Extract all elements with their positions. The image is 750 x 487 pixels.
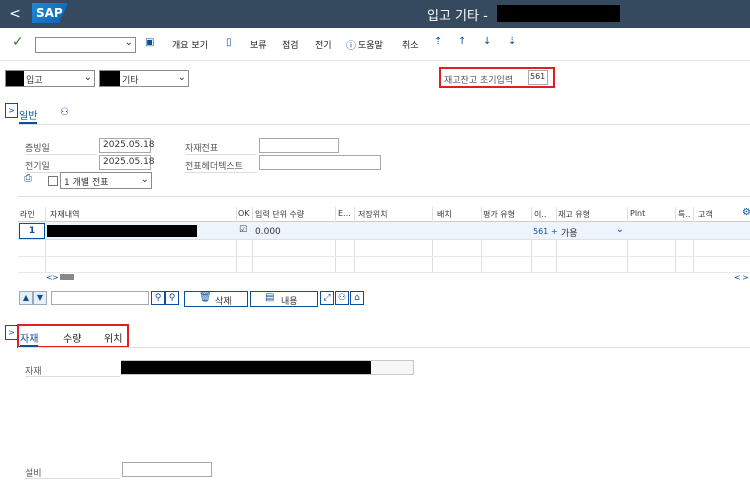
divider — [18, 196, 750, 197]
chevron-down-icon[interactable]: ⌄ — [616, 224, 624, 235]
previous-page-icon[interactable]: ↑ — [458, 36, 466, 47]
equipment-field[interactable] — [122, 462, 212, 477]
col-line[interactable]: 라인 — [20, 209, 35, 220]
content-button[interactable]: ▤ 내용 — [250, 291, 318, 307]
collapse-icon[interactable]: > — [5, 103, 18, 118]
redacted-title-part — [497, 5, 620, 22]
window-title: 입고 기타 - — [427, 9, 488, 24]
cancel-button[interactable]: 취소 — [402, 38, 419, 51]
doc-date-label: 증빙일 — [25, 144, 50, 154]
next-page-icon[interactable]: ↓ — [483, 36, 491, 47]
table-row[interactable] — [18, 256, 750, 273]
underline — [185, 172, 257, 173]
row-movement: 561 + — [533, 227, 558, 236]
row-ok-checkbox[interactable]: ☑ — [239, 225, 247, 235]
expand-icon[interactable]: ⤢ — [320, 291, 334, 305]
post-date-field[interactable]: 2025.05.18 — [99, 155, 155, 170]
sort-down-icon[interactable]: ▼ — [33, 291, 47, 305]
header-text-label: 전표헤더텍스트 — [185, 162, 243, 172]
col-ok[interactable]: OK — [238, 209, 250, 218]
table-row[interactable] — [18, 239, 750, 257]
redacted-material-value — [121, 361, 371, 374]
tab-quantity[interactable]: 수량 — [63, 330, 81, 345]
chevron-down-icon[interactable]: ⌄ — [84, 72, 92, 83]
tab-location[interactable]: 위치 — [104, 330, 122, 345]
chevron-down-icon[interactable]: ⌄ — [178, 72, 186, 83]
col-valuation-type[interactable]: 평가 유형 — [483, 209, 515, 220]
scroll-right-button[interactable]: > — [52, 273, 59, 282]
scroll-right-end-button[interactable]: > — [742, 273, 749, 282]
title-bar — [0, 0, 750, 28]
stock-init-label: 재고잔고 초기입력 — [444, 76, 514, 86]
check-button[interactable]: 점검 — [282, 38, 299, 51]
scroll-left-end-button[interactable]: < — [734, 273, 741, 282]
help-button[interactable]: 도움말 — [358, 38, 383, 51]
col-material-desc[interactable]: 자재내역 — [50, 209, 79, 220]
post-date-label: 전기일 — [25, 162, 50, 172]
post-button[interactable]: 전기 — [315, 38, 332, 51]
search-icon[interactable]: ⚲ — [151, 291, 165, 305]
partners-icon[interactable]: ⚇ — [60, 107, 69, 118]
hold-button[interactable]: 보류 — [250, 38, 267, 51]
first-page-icon[interactable]: ⇡ — [434, 36, 442, 47]
underline — [25, 478, 120, 479]
mat-doc-field[interactable] — [259, 138, 339, 153]
mat-doc-label: 자재전표 — [185, 144, 219, 154]
col-e[interactable]: E... — [338, 209, 351, 218]
last-page-icon[interactable]: ⇣ — [508, 36, 516, 47]
underline — [25, 376, 120, 377]
chevron-down-icon[interactable]: ⌄ — [141, 174, 149, 185]
header-text-field[interactable] — [259, 155, 381, 170]
col-special[interactable]: 특.. — [678, 209, 690, 220]
col-customer[interactable]: 고객 — [698, 209, 713, 220]
col-plant[interactable]: Plnt — [630, 209, 645, 218]
table-search-input[interactable] — [51, 291, 149, 305]
movement-type-select[interactable]: 입고 ⌄ — [5, 70, 95, 87]
trash-icon: 🗑 — [199, 292, 212, 303]
home-icon[interactable]: ⌂ — [350, 291, 364, 305]
col-movement[interactable]: 이.. — [534, 209, 546, 220]
help-icon[interactable]: ⓘ — [346, 37, 356, 52]
row-stock-type-select[interactable]: 가용 ⌄ — [558, 224, 626, 239]
movement-type-field[interactable]: 561 — [528, 70, 548, 85]
col-storage-location[interactable]: 저장위치 — [358, 209, 387, 220]
sort-up-icon[interactable]: ▲ — [19, 291, 33, 305]
doc-date-field[interactable]: 2025.05.18 — [99, 138, 155, 153]
print-checkbox[interactable] — [48, 176, 58, 186]
divider — [18, 124, 750, 125]
col-qty[interactable]: 입력 단위 수량 — [255, 209, 304, 220]
underline — [185, 154, 257, 155]
tab-material[interactable]: 자재 — [20, 330, 39, 347]
horizontal-scrollbar[interactable] — [60, 274, 74, 280]
overview-button[interactable]: 개요 보기 — [172, 38, 208, 51]
print-icon[interactable]: ⎙ — [24, 173, 32, 184]
new-doc-icon[interactable]: ▯ — [226, 37, 232, 48]
slip-option-select[interactable]: 1 개별 전표 ⌄ — [60, 172, 152, 189]
col-stock-type[interactable]: 재고 유형 — [558, 209, 590, 220]
document-icon: ▤ — [265, 292, 275, 303]
divider — [18, 347, 750, 348]
delete-button[interactable]: 🗑 삭제 — [184, 291, 248, 307]
movement-reference-select[interactable]: 기타 ⌄ — [99, 70, 189, 87]
row-line-number[interactable]: 1 — [19, 223, 45, 239]
col-batch[interactable]: 배치 — [437, 209, 452, 220]
save-icon[interactable]: ▣ — [145, 37, 154, 48]
row-qty[interactable]: 0.000 — [255, 227, 281, 237]
underline — [25, 154, 97, 155]
chevron-down-icon[interactable]: ⌄ — [125, 37, 133, 48]
confirm-check-icon[interactable]: ✓ — [12, 34, 24, 50]
command-field[interactable]: ⌄ — [35, 37, 136, 53]
hierarchy-icon[interactable]: ⚇ — [335, 291, 349, 305]
tab-general[interactable]: 일반 — [19, 107, 38, 124]
redacted-material — [47, 225, 197, 237]
table-settings-icon[interactable]: ⚙ — [742, 207, 750, 218]
search-next-icon[interactable]: ⚲ — [165, 291, 179, 305]
back-button[interactable]: < — [5, 4, 25, 24]
